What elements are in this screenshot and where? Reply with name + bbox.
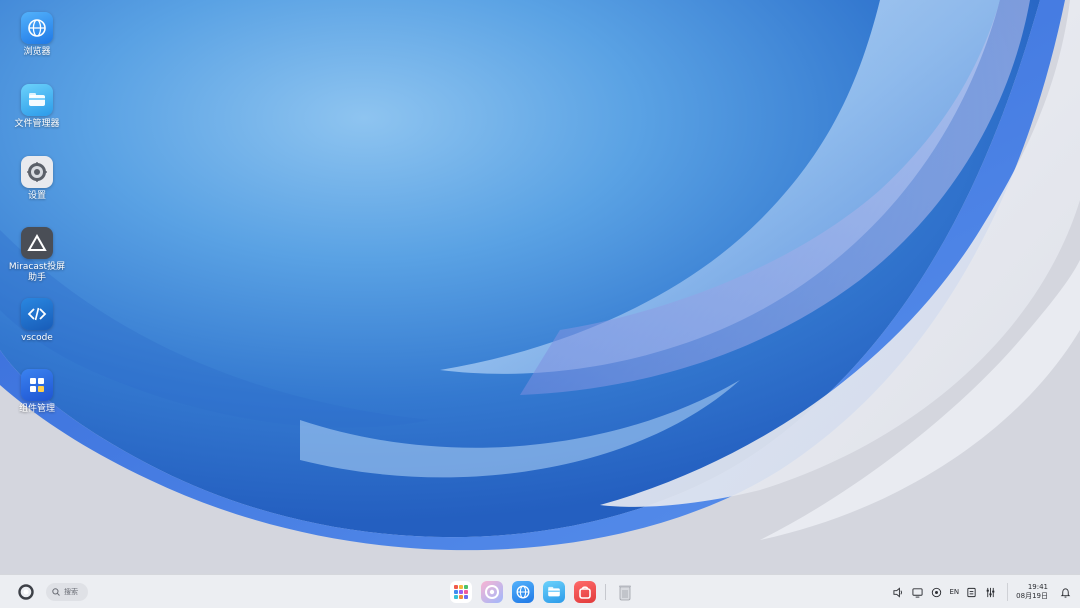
desktop-icon-browser[interactable]: 浏览器 [4,12,70,58]
start-ring-icon [18,584,34,600]
gear-icon [21,156,53,188]
network-icon[interactable] [930,585,944,599]
clock[interactable]: 19:41 08月19日 [1007,583,1048,601]
assistant-icon [484,584,500,600]
input-method-indicator[interactable]: EN [950,588,960,596]
search-box[interactable]: 搜索 [46,583,88,601]
desktop-icon-widgets[interactable]: 组件管理 [4,369,70,415]
app-grid-icon [454,585,468,599]
wallpaper-art [0,0,1080,574]
dock-item-trash[interactable] [614,581,636,603]
clipboard-icon[interactable] [964,585,978,599]
desktop-icon-vscode[interactable]: vscode [4,298,70,344]
dock-item-store[interactable] [574,581,596,603]
store-icon [579,586,591,599]
search-label: 搜索 [64,588,78,596]
globe-icon [516,585,530,599]
desktop-icon-label: 文件管理器 [14,119,60,129]
folder-icon [548,586,560,597]
desktop-icon-label: 组件管理 [18,404,55,414]
search-icon [52,588,60,596]
trash-icon [619,585,631,601]
desktop: 浏览器 文件管理器 设置 Miracast投屏助手 vscode 组件管理 搜索… [0,0,1080,608]
dock-item-assistant[interactable] [481,581,503,603]
bell-icon[interactable] [1058,585,1072,599]
folder-icon [21,84,53,116]
sliders-icon[interactable] [983,585,997,599]
dock-item-files[interactable] [543,581,565,603]
dock-item-browser[interactable] [512,581,534,603]
dock [450,580,645,604]
desktop-icon-label: 设置 [27,191,46,201]
triangle-icon [21,227,53,259]
start-button[interactable] [16,582,36,602]
desktop-icon-settings[interactable]: 设置 [4,156,70,202]
grid-icon [21,369,53,401]
display-icon[interactable] [911,585,925,599]
taskbar: 搜索 EN 19:41 08月19日 [0,574,1080,608]
volume-icon[interactable] [892,585,906,599]
desktop-icon-label: 浏览器 [23,47,51,57]
globe-icon [21,12,53,44]
system-tray: EN 19:41 08月19日 [887,575,1080,608]
desktop-icon-label: Miracast投屏助手 [8,262,66,283]
code-icon [21,298,53,330]
dock-item-launcher[interactable] [450,581,472,603]
desktop-icon-label: vscode [21,333,53,343]
desktop-icon-miracast[interactable]: Miracast投屏助手 [4,227,70,284]
clock-date: 08月19日 [1016,592,1048,600]
clock-time: 19:41 [1027,583,1048,591]
wallpaper: 浏览器 文件管理器 设置 Miracast投屏助手 vscode 组件管理 [0,0,1080,574]
dock-separator [605,584,606,600]
desktop-icon-files[interactable]: 文件管理器 [4,84,70,130]
